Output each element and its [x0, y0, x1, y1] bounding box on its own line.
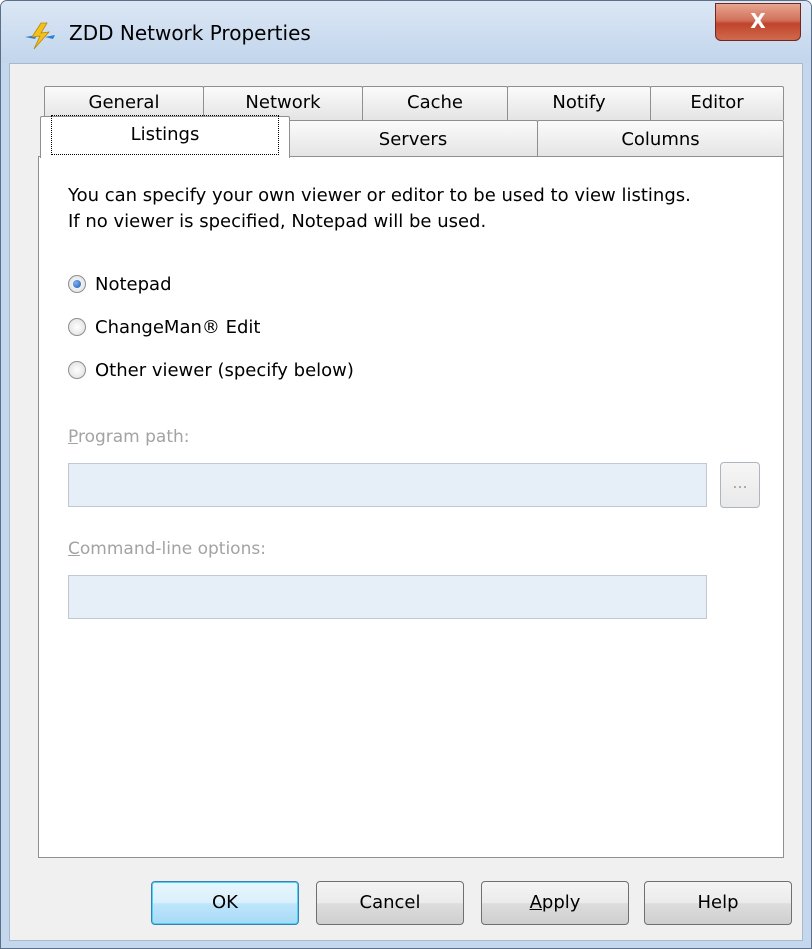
- lightning-bolt-icon: [25, 22, 55, 50]
- tab-network[interactable]: Network: [203, 86, 363, 120]
- tab-columns[interactable]: Columns: [537, 120, 784, 157]
- command-line-options-field[interactable]: [68, 575, 707, 619]
- help-button[interactable]: Help: [644, 881, 792, 925]
- tab-label: Servers: [378, 129, 448, 150]
- program-path-label: Program path:: [68, 427, 190, 447]
- listings-tab-panel: [38, 156, 784, 858]
- browse-button[interactable]: ...: [720, 462, 760, 508]
- radio-button-checked[interactable]: [68, 275, 86, 293]
- tab-label: Editor: [690, 92, 744, 113]
- radio-label: Notepad: [95, 273, 172, 295]
- apply-button[interactable]: Apply: [481, 881, 629, 925]
- program-path-field[interactable]: [68, 463, 707, 507]
- tab-label: General: [88, 92, 160, 113]
- title-bar[interactable]: ZDD Network Properties X: [1, 1, 811, 63]
- window-title: ZDD Network Properties: [69, 21, 311, 45]
- tab-notify[interactable]: Notify: [507, 86, 651, 120]
- radio-label: ChangeMan® Edit: [95, 316, 261, 338]
- cancel-button[interactable]: Cancel: [316, 881, 464, 925]
- command-line-options-label: Command-line options:: [68, 539, 266, 559]
- tab-servers[interactable]: Servers: [288, 120, 538, 157]
- radio-button[interactable]: [68, 318, 86, 336]
- description-line-2: If no viewer is specified, Notepad will …: [68, 211, 487, 232]
- tab-label: Columns: [621, 129, 700, 150]
- close-button[interactable]: X: [715, 3, 801, 41]
- tab-editor[interactable]: Editor: [650, 86, 784, 120]
- tab-general[interactable]: General: [44, 86, 204, 120]
- tab-label: Listings: [50, 115, 280, 155]
- ok-button[interactable]: OK: [151, 881, 299, 925]
- tab-label: Network: [245, 92, 321, 113]
- radio-label: Other viewer (specify below): [95, 359, 354, 381]
- radio-other-viewer[interactable]: Other viewer (specify below): [68, 358, 354, 382]
- tab-label: Notify: [552, 92, 606, 113]
- tab-label: Cache: [407, 92, 463, 113]
- description-line-1: You can specify your own viewer or edito…: [68, 185, 691, 206]
- tab-cache[interactable]: Cache: [362, 86, 508, 120]
- radio-changeman-edit[interactable]: ChangeMan® Edit: [68, 315, 260, 339]
- tab-listings[interactable]: Listings: [40, 115, 290, 158]
- close-icon: X: [750, 9, 766, 33]
- radio-button[interactable]: [68, 361, 86, 379]
- radio-notepad[interactable]: Notepad: [68, 272, 172, 296]
